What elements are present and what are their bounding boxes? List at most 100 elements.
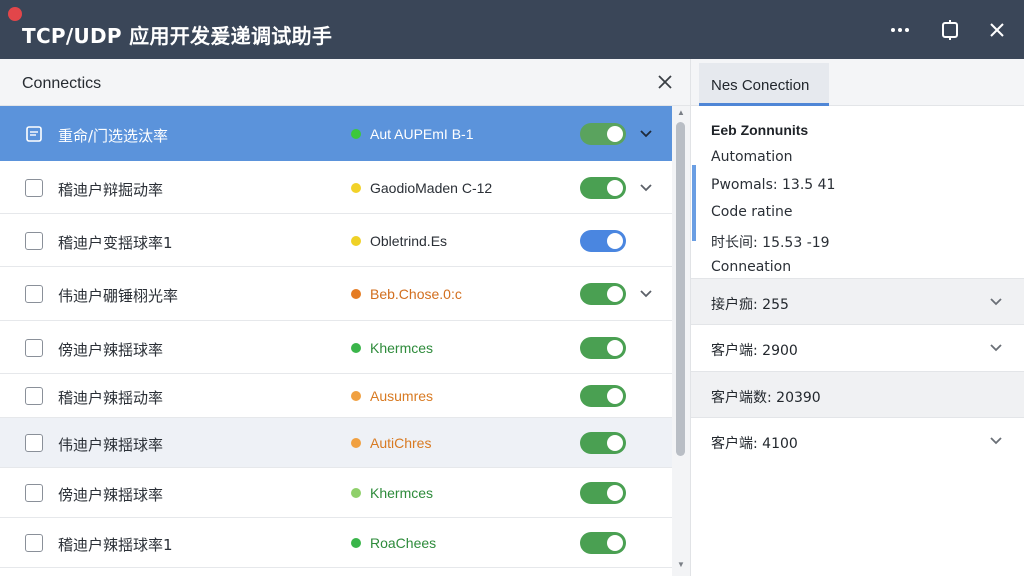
connection-name: 伟迪户硼锤栩光率 [58,287,179,305]
info-line: Pwomals: 13.5 41 [711,177,836,193]
connection-toggle[interactable] [580,482,626,504]
row-checkbox[interactable] [25,232,43,250]
scroll-down-icon[interactable]: ▼ [676,560,686,570]
toggle-knob [607,233,623,249]
connection-name: 稽迪户辩掘动率 [58,181,164,199]
chevron-down-icon[interactable] [987,432,1005,450]
client-row[interactable]: 客户端: 2900 [691,324,1024,370]
connection-status: Khermces [370,340,434,356]
connections-header: Connectics [0,59,690,106]
connection-status: Aut AUPEmI B-1 [370,126,474,142]
chevron-down-icon[interactable] [987,339,1005,357]
info-title: Eeb Zonnunits [711,122,809,138]
chevron-down-icon[interactable] [638,180,654,196]
connection-toggle[interactable] [580,432,626,454]
info-line: 时长间: 15.53 -19 [711,235,830,251]
connection-row[interactable]: 傍迪户辣揺球率 Khermces [0,321,672,374]
scroll-up-icon[interactable]: ▲ [676,108,686,118]
connection-toggle[interactable] [580,532,626,554]
client-label: 接户痂: 255 [711,297,789,313]
close-dot-icon[interactable] [8,7,22,21]
client-label: 客户端数: 20390 [711,390,821,406]
connection-toggle[interactable] [580,337,626,359]
close-icon[interactable] [981,14,1013,46]
more-horizontal-icon[interactable] [884,14,916,46]
connection-row[interactable]: 稽迪户辣揺动率 Ausumres [0,374,672,418]
connection-name: 傍迪户辣揺球率 [58,486,164,504]
info-line: Code ratine [711,204,793,220]
connection-name: 重命/门选选汰率 [58,127,169,145]
toggle-knob [607,286,623,302]
row-checkbox[interactable] [25,285,43,303]
connection-status: AutiChres [370,435,432,451]
toggle-knob [607,340,623,356]
connection-name: 伟迪户辣揺球率 [58,436,164,454]
status-dot-icon [351,129,361,139]
client-row[interactable]: 接户痂: 255 [691,278,1024,324]
row-checkbox[interactable] [25,484,43,502]
toggle-knob [607,485,623,501]
connection-name: 稽迪户辣揺动率 [58,389,164,407]
info-line: Conneation [711,259,792,275]
status-dot-icon [351,183,361,193]
connection-row[interactable]: 伟迪户硼锤栩光率 Beb.Chose.0:c [0,267,672,321]
connections-title: Connectics [22,75,102,92]
app-title: TCP/UDP 应用开发爰递调试助手 [22,24,333,48]
connections-panel: Connectics 重命/门选选汰率 Aut AUPEmI B-1 稽迪户辩掘动率… [0,59,690,576]
connection-status: GaodioMaden C-12 [370,180,493,196]
connection-name: 傍迪户辣揺球率 [58,341,164,359]
connection-toggle[interactable] [580,230,626,252]
status-dot-icon [351,488,361,498]
connection-row[interactable]: 稽迪户辣揺球率1 RoaChees [0,518,672,568]
client-row[interactable]: 客户端数: 20390 [691,371,1024,417]
info-line: Automation [711,149,793,165]
row-checkbox[interactable] [25,434,43,452]
document-icon[interactable] [25,125,43,143]
status-dot-icon [351,343,361,353]
connection-row[interactable]: 稽迪户变揺球率1 Obletrind.Es [0,214,672,267]
connection-row[interactable]: 重命/门选选汰率 Aut AUPEmI B-1 [0,106,672,161]
row-checkbox[interactable] [25,339,43,357]
details-tabbar: Nes Conection [691,59,1024,106]
title-bar: TCP/UDP 应用开发爰递调试助手 [0,0,1024,59]
status-dot-icon [351,289,361,299]
connection-name: 稽迪户变揺球率1 [58,234,173,252]
tab-label: Nes Conection [711,77,810,94]
connection-status: Khermces [370,485,434,501]
status-dot-icon [351,538,361,548]
row-checkbox[interactable] [25,179,43,197]
chevron-down-icon[interactable] [638,126,654,142]
connection-status: Beb.Chose.0:c [370,286,462,302]
client-label: 客户端: 2900 [711,343,798,359]
row-checkbox[interactable] [25,534,43,552]
scrollbar-thumb[interactable] [676,122,685,456]
row-checkbox[interactable] [25,387,43,405]
close-icon[interactable] [651,68,679,96]
connection-toggle[interactable] [580,177,626,199]
client-row[interactable]: 客户端: 4100 [691,417,1024,463]
toggle-knob [607,388,623,404]
connection-status: Obletrind.Es [370,233,448,249]
connection-status: Ausumres [370,388,434,404]
status-dot-icon [351,236,361,246]
restore-window-icon[interactable] [934,14,966,46]
connection-toggle[interactable] [580,123,626,145]
connection-status: RoaChees [370,535,437,551]
client-label: 客户端: 4100 [711,436,798,452]
details-panel: Nes Conection Eeb Zonnunits Automation P… [690,59,1024,576]
connection-toggle[interactable] [580,385,626,407]
toggle-knob [607,535,623,551]
connection-row[interactable]: 伟迪户辣揺球率 AutiChres [0,418,672,468]
toggle-knob [607,435,623,451]
toggle-knob [607,180,623,196]
toggle-knob [607,126,623,142]
connection-row[interactable]: 傍迪户辣揺球率 Khermces [0,468,672,518]
connection-toggle[interactable] [580,283,626,305]
connection-name: 稽迪户辣揺球率1 [58,536,173,554]
chevron-down-icon[interactable] [987,293,1005,311]
status-dot-icon [351,391,361,401]
status-dot-icon [351,438,361,448]
connection-row[interactable]: 稽迪户辩掘动率 GaodioMaden C-12 [0,161,672,214]
chevron-down-icon[interactable] [638,286,654,302]
tab-new-connection[interactable]: Nes Conection [699,63,829,106]
